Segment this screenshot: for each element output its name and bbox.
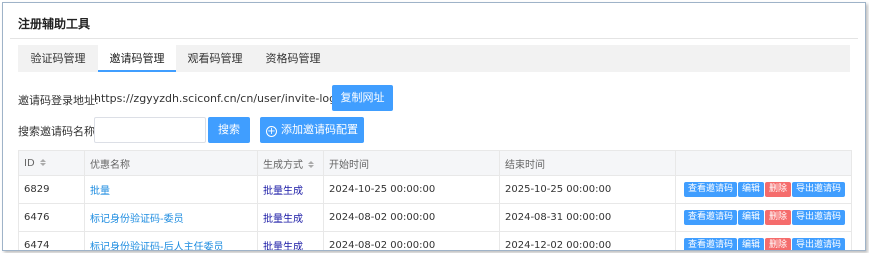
cell-name-link[interactable]: 标记身份验证码-后人主任委员: [84, 231, 258, 250]
page-title: 注册辅助工具: [18, 17, 91, 31]
tab-watch-code[interactable]: 观看码管理: [176, 45, 254, 72]
cell-method: 批量生成: [257, 203, 324, 232]
edit-button[interactable]: 编辑: [738, 238, 765, 250]
tab-qualification-code[interactable]: 资格码管理: [254, 45, 332, 72]
invite-code-table: ID 优惠名称 生成方式 开始时间 结束时间 6829 批量 批量生成 2024…: [18, 150, 852, 250]
add-invite-config-button[interactable]: + 添加邀请码配置: [260, 117, 364, 143]
cell-start-time: 2024-10-25 00:00:00: [323, 175, 500, 204]
column-header-method[interactable]: 生成方式: [257, 150, 324, 176]
cell-actions: 查看邀请码 编辑 删除 导出邀请码: [675, 231, 852, 250]
plus-circle-icon: +: [266, 126, 277, 137]
title-divider: [10, 38, 858, 39]
cell-name-link[interactable]: 批量: [84, 175, 258, 204]
cell-start-time: 2024-08-02 00:00:00: [323, 231, 500, 250]
delete-button[interactable]: 删除: [765, 238, 792, 250]
column-header-end-time: 结束时间: [499, 150, 676, 176]
cell-id: 6474: [18, 231, 85, 250]
sort-icon[interactable]: [39, 158, 46, 167]
invite-url-label: 邀请码登录地址:: [18, 94, 99, 107]
search-label: 搜索邀请码名称:: [18, 125, 99, 138]
search-input[interactable]: [94, 117, 206, 143]
tab-invite-code[interactable]: 邀请码管理: [98, 45, 176, 72]
edit-button[interactable]: 编辑: [738, 210, 765, 225]
view-invite-codes-button[interactable]: 查看邀请码: [684, 182, 738, 197]
export-invite-codes-button[interactable]: 导出邀请码: [792, 210, 846, 225]
cell-id: 6829: [18, 175, 85, 204]
cell-end-time: 2024-12-02 00:00:00: [499, 231, 676, 250]
delete-button[interactable]: 删除: [765, 182, 792, 197]
delete-button[interactable]: 删除: [765, 210, 792, 225]
cell-method: 批量生成: [257, 175, 324, 204]
cell-id: 6476: [18, 203, 85, 232]
copy-url-button[interactable]: 复制网址: [332, 85, 393, 111]
cell-method: 批量生成: [257, 231, 324, 250]
table-row: 6829 批量 批量生成 2024-10-25 00:00:00 2025-10…: [18, 175, 852, 204]
cell-end-time: 2024-08-31 00:00:00: [499, 203, 676, 232]
column-header-actions: [675, 150, 852, 176]
column-header-id[interactable]: ID: [18, 150, 85, 176]
view-invite-codes-button[interactable]: 查看邀请码: [684, 238, 738, 250]
table-row: 6474 标记身份验证码-后人主任委员 批量生成 2024-08-02 00:0…: [18, 231, 852, 250]
export-invite-codes-button[interactable]: 导出邀请码: [792, 238, 846, 250]
tab-bar: 验证码管理 邀请码管理 观看码管理 资格码管理: [18, 45, 850, 72]
cell-start-time: 2024-08-02 00:00:00: [323, 203, 500, 232]
sort-icon[interactable]: [308, 160, 314, 169]
edit-button[interactable]: 编辑: [738, 182, 765, 197]
column-header-name: 优惠名称: [84, 150, 258, 176]
table-header-row: ID 优惠名称 生成方式 开始时间 结束时间: [18, 150, 852, 176]
table-row: 6476 标记身份验证码-委员 批量生成 2024-08-02 00:00:00…: [18, 203, 852, 232]
search-button[interactable]: 搜索: [208, 117, 250, 143]
cell-name-link[interactable]: 标记身份验证码-委员: [84, 203, 258, 232]
cell-end-time: 2025-10-25 00:00:00: [499, 175, 676, 204]
cell-actions: 查看邀请码 编辑 删除 导出邀请码: [675, 175, 852, 204]
view-invite-codes-button[interactable]: 查看邀请码: [684, 210, 738, 225]
export-invite-codes-button[interactable]: 导出邀请码: [792, 182, 846, 197]
add-invite-config-label: 添加邀请码配置: [281, 123, 358, 136]
tab-verification-code[interactable]: 验证码管理: [18, 45, 98, 72]
tool-panel: 注册辅助工具 验证码管理 邀请码管理 观看码管理 资格码管理 邀请码登录地址: …: [2, 2, 866, 251]
cell-actions: 查看邀请码 编辑 删除 导出邀请码: [675, 203, 852, 232]
column-header-start-time: 开始时间: [323, 150, 500, 176]
